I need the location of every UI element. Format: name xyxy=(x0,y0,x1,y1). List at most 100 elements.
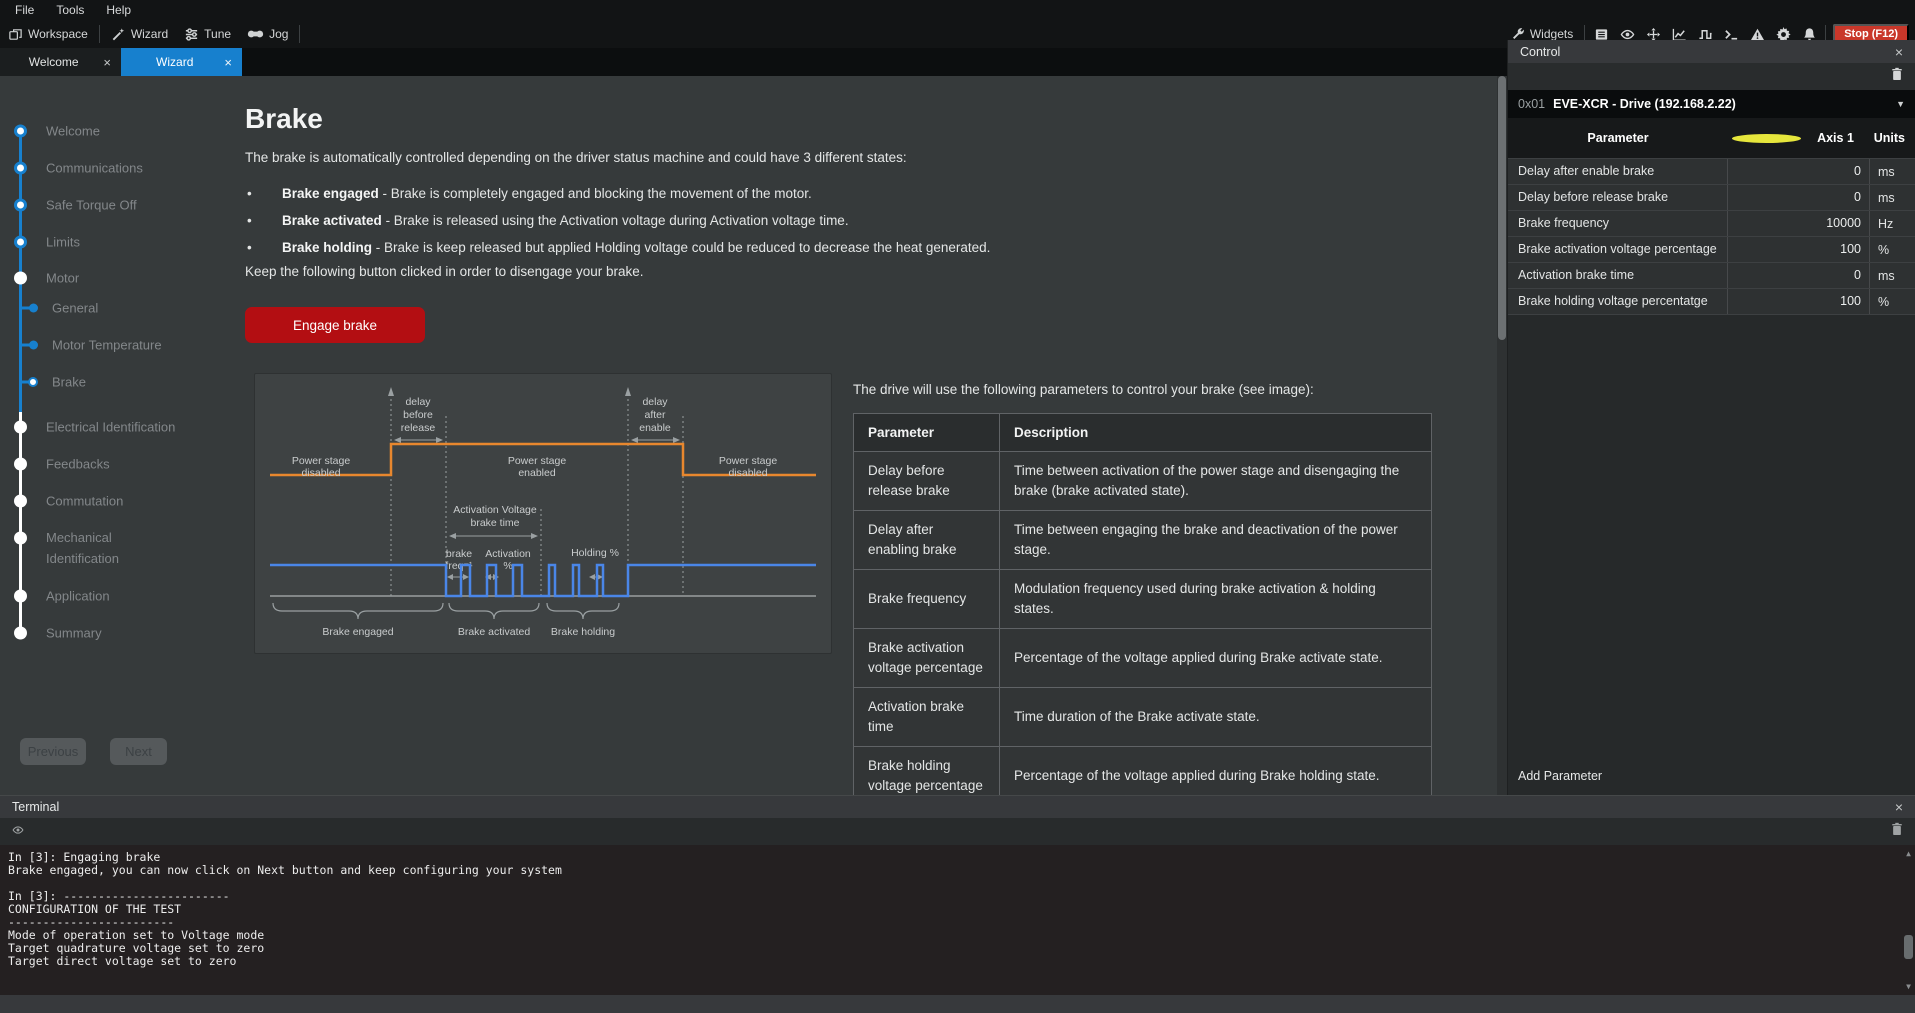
step-dot xyxy=(14,421,27,434)
scroll-up-icon[interactable]: ▲ xyxy=(1902,847,1915,860)
brake-states-list: Brake engaged - Brake is completely enga… xyxy=(245,186,990,267)
main-scrollbar[interactable] xyxy=(1497,76,1507,795)
tune-label: Tune xyxy=(204,27,231,41)
param-name: Brake frequency xyxy=(1508,211,1728,236)
param-value[interactable]: 0 xyxy=(1728,263,1870,288)
param-value[interactable]: 0 xyxy=(1728,159,1870,184)
panel-title: Terminal xyxy=(12,800,59,814)
terminal-bottom-strip xyxy=(0,995,1915,1013)
trash-icon[interactable] xyxy=(1891,822,1903,841)
desc-cell: Percentage of the voltage applied during… xyxy=(1000,629,1432,688)
workspace-button[interactable]: Workspace xyxy=(0,22,96,46)
terminal-line: In [3]: ------------------------ xyxy=(8,890,1915,903)
close-icon[interactable]: × xyxy=(1895,799,1903,815)
param-value[interactable]: 10000 xyxy=(1728,211,1870,236)
engage-brake-button[interactable]: Engage brake xyxy=(245,307,425,343)
desc-cell: Time between engaging the brake and deac… xyxy=(1000,511,1432,570)
parameter-row: Brake frequency10000Hz xyxy=(1508,211,1915,237)
diagram-label: disabled xyxy=(728,467,767,479)
brake-parameters-table: Parameter Description Delay before relea… xyxy=(853,413,1432,806)
diagram-label: brake time xyxy=(470,517,519,529)
control-panel-titlebar: Control × xyxy=(1508,40,1915,63)
eye-icon[interactable] xyxy=(12,823,24,841)
close-icon[interactable]: × xyxy=(1895,44,1903,60)
terminal-line: Target quadrature voltage set to zero xyxy=(8,942,1915,955)
wizard-stepper: Welcome Communications Safe Torque Off L… xyxy=(0,76,203,795)
menu-tools[interactable]: Tools xyxy=(45,3,95,17)
workspace-icon xyxy=(8,27,23,42)
step-dot xyxy=(14,627,27,640)
table-row: Delay before release brakeTime between a… xyxy=(854,452,1432,511)
bullet-desc: - Brake is released using the Activation… xyxy=(382,213,849,228)
add-parameter-button[interactable]: Add Parameter xyxy=(1518,769,1602,783)
diagram-label: enabled xyxy=(518,467,556,479)
list-item: Brake activated - Brake is released usin… xyxy=(245,213,990,228)
param-name: Brake holding voltage percentatge xyxy=(1508,289,1728,314)
menubar: File Tools Help xyxy=(0,0,1915,20)
next-button[interactable]: Next xyxy=(110,738,167,765)
parameter-row: Activation brake time0ms xyxy=(1508,263,1915,289)
drive-selector[interactable]: 0x01 EVE-XCR - Drive (192.168.2.22) ▼ xyxy=(1508,90,1915,118)
wizard-button[interactable]: Wizard xyxy=(103,22,176,46)
control-panel: Control × 0x01 EVE-XCR - Drive (192.168.… xyxy=(1507,40,1915,795)
diagram-label: Power stage xyxy=(508,455,567,467)
column-header: Parameter xyxy=(1508,131,1728,145)
scrollbar-thumb[interactable] xyxy=(1904,935,1913,959)
bullet-term: Brake activated xyxy=(282,213,382,228)
jog-button[interactable]: Jog xyxy=(239,22,296,46)
jog-label: Jog xyxy=(269,27,288,41)
bullet-desc: - Brake is completely engaged and blocki… xyxy=(379,186,812,201)
column-header: Description xyxy=(1000,414,1432,452)
scrollbar-thumb[interactable] xyxy=(1498,76,1506,340)
terminal-line: Mode of operation set to Voltage mode xyxy=(8,929,1915,942)
params-intro-text: The drive will use the following paramet… xyxy=(853,382,1453,397)
drive-id: 0x01 xyxy=(1518,97,1545,111)
tab-wizard-label: Wizard xyxy=(131,55,218,69)
param-cell: Brake activation voltage percentage xyxy=(854,629,1000,688)
gamepad-icon xyxy=(247,28,264,40)
step-dot xyxy=(14,199,27,212)
step-dot xyxy=(14,495,27,508)
diagram-label: Holding % xyxy=(571,547,619,559)
diagram-label: enable xyxy=(639,422,671,434)
param-name: Activation brake time xyxy=(1508,263,1728,288)
app-window: File Tools Help Workspace Wizard Tune Jo… xyxy=(0,0,1915,1013)
chevron-down-icon[interactable]: ▼ xyxy=(1896,99,1905,109)
sliders-icon xyxy=(184,27,199,42)
trash-icon[interactable] xyxy=(1891,67,1903,86)
step-dot xyxy=(29,341,38,350)
drive-name: EVE-XCR - Drive (192.168.2.22) xyxy=(1553,97,1736,111)
param-unit: ms xyxy=(1870,165,1915,179)
wizard-label: Wizard xyxy=(131,27,168,41)
parameter-table-header: Parameter Axis 1 Units xyxy=(1508,118,1915,158)
previous-button[interactable]: Previous xyxy=(20,738,86,765)
scroll-down-icon[interactable]: ▼ xyxy=(1902,980,1915,993)
param-value[interactable]: 100 xyxy=(1728,289,1870,314)
toolbar-separator xyxy=(299,25,300,43)
param-unit: Hz xyxy=(1870,217,1915,231)
step-label: Feedbacks xyxy=(46,457,110,472)
widgets-label: Widgets xyxy=(1530,27,1573,41)
close-icon[interactable]: × xyxy=(218,55,232,70)
tune-button[interactable]: Tune xyxy=(176,22,239,46)
tab-wizard[interactable]: Wizard × xyxy=(121,48,242,76)
diagram-label: after xyxy=(644,409,666,421)
terminal-line: ------------------------ xyxy=(8,916,1915,929)
terminal-scrollbar[interactable]: ▲ ▼ xyxy=(1902,845,1915,995)
param-value[interactable]: 100 xyxy=(1728,237,1870,262)
diagram-label: release xyxy=(401,422,436,434)
step-dot xyxy=(14,532,27,545)
step-label: Communications xyxy=(46,161,143,176)
tab-welcome[interactable]: Welcome × xyxy=(0,48,121,76)
close-icon[interactable]: × xyxy=(97,55,111,70)
menu-help[interactable]: Help xyxy=(95,3,142,17)
parameter-row: Brake activation voltage percentage100% xyxy=(1508,237,1915,263)
control-panel-body: Add Parameter xyxy=(1508,315,1915,795)
panel-title: Control xyxy=(1520,45,1560,59)
desc-cell: Time duration of the Brake activate stat… xyxy=(1000,688,1432,747)
desc-cell: Time between activation of the power sta… xyxy=(1000,452,1432,511)
parameter-rows: Delay after enable brake0ms Delay before… xyxy=(1508,158,1915,315)
param-value[interactable]: 0 xyxy=(1728,185,1870,210)
menu-file[interactable]: File xyxy=(4,3,45,17)
diagram-label: before xyxy=(403,409,433,421)
